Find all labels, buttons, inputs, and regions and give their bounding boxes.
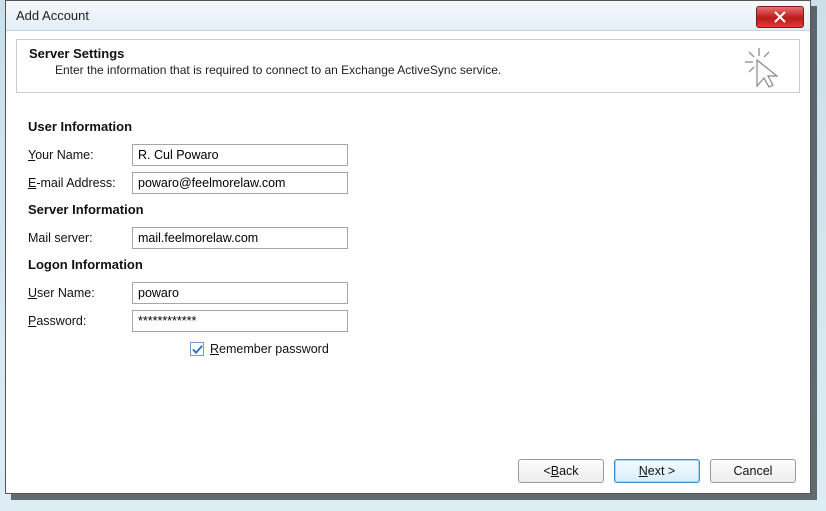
footer-buttons: < Back Next > Cancel: [518, 459, 796, 483]
cursor-click-icon: [745, 48, 781, 93]
password-input[interactable]: [132, 310, 348, 332]
cancel-button[interactable]: Cancel: [710, 459, 796, 483]
mail-server-input[interactable]: [132, 227, 348, 249]
close-icon: [774, 11, 786, 23]
next-button[interactable]: Next >: [614, 459, 700, 483]
user-information-title: User Information: [28, 119, 788, 134]
check-icon: [192, 344, 203, 355]
mail-server-label: Mail server:: [28, 231, 132, 245]
email-label: E-mail Address:: [28, 176, 132, 190]
server-information-title: Server Information: [28, 202, 788, 217]
header-title: Server Settings: [29, 46, 501, 61]
header-subtitle: Enter the information that is required t…: [55, 63, 501, 77]
add-account-window: Add Account Server Settings Enter the in…: [5, 0, 811, 494]
back-button[interactable]: < Back: [518, 459, 604, 483]
user-name-label: User Name:: [28, 286, 132, 300]
header-panel: Server Settings Enter the information th…: [16, 39, 800, 93]
window-title: Add Account: [16, 8, 89, 23]
logon-information-title: Logon Information: [28, 257, 788, 272]
user-name-input[interactable]: [132, 282, 348, 304]
content-area: User Information Your Name: E-mail Addre…: [6, 93, 810, 360]
remember-password-label: Remember password: [210, 342, 329, 356]
titlebar: Add Account: [6, 1, 810, 31]
remember-password-checkbox[interactable]: [190, 342, 204, 356]
close-button[interactable]: [756, 6, 804, 28]
password-label: Password:: [28, 314, 132, 328]
your-name-label: Your Name:: [28, 148, 132, 162]
email-input[interactable]: [132, 172, 348, 194]
your-name-input[interactable]: [132, 144, 348, 166]
